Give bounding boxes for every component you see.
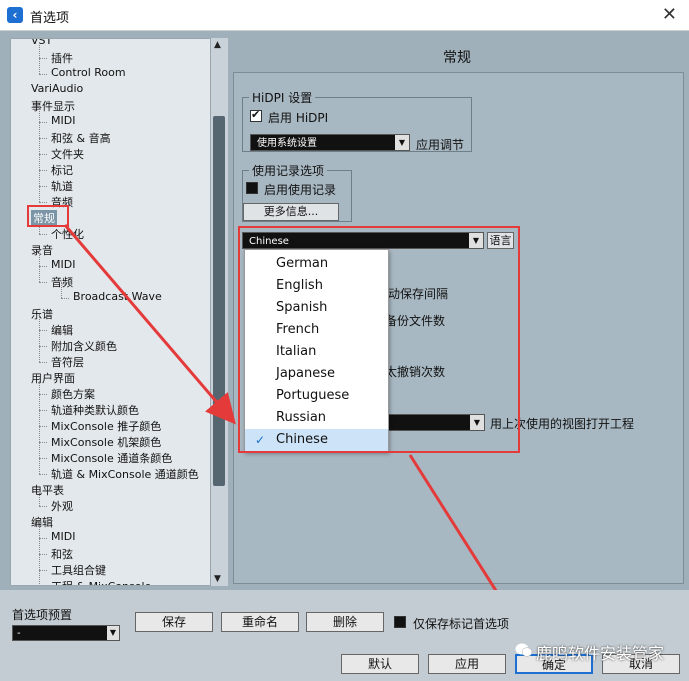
apply-button[interactable]: 应用: [428, 654, 506, 674]
annotation-arrows: [63, 224, 549, 674]
watermark-text: 鹿鸣软件安装管家: [536, 644, 665, 663]
only-marked-checkbox[interactable]: [394, 616, 406, 628]
save-button[interactable]: 保存: [135, 612, 213, 632]
preset-dropdown-value: -: [17, 628, 21, 639]
only-marked-label: 仅保存标记首选项: [413, 617, 510, 631]
preset-label: 首选项预置: [12, 608, 73, 622]
wechat-icon: [515, 643, 533, 657]
rename-button[interactable]: 重命名: [221, 612, 299, 632]
delete-button[interactable]: 删除: [306, 612, 384, 632]
dropdown-arrow-icon: ▼: [107, 626, 119, 640]
default-button[interactable]: 默认: [341, 654, 419, 674]
preset-dropdown[interactable]: - ▼: [12, 625, 120, 641]
